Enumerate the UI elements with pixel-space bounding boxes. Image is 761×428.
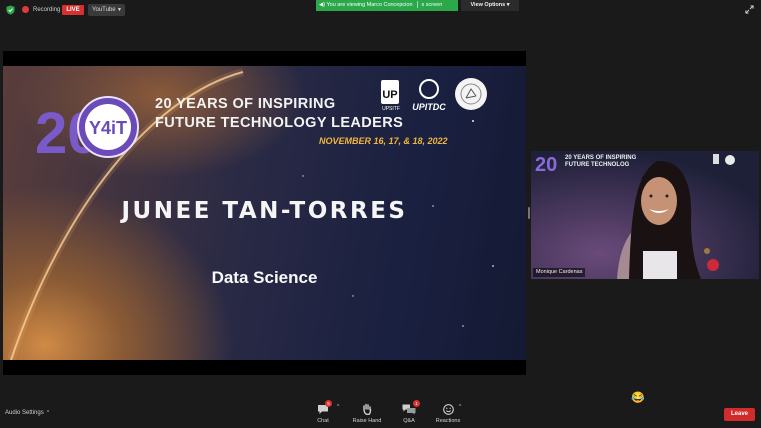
raise-hand-button[interactable]: Raise Hand — [347, 403, 387, 424]
chat-button[interactable]: 5 ^ Chat — [303, 400, 343, 424]
chevron-up-icon: ^ — [46, 410, 50, 416]
stream-target-dropdown[interactable]: YouTube ▼ — [88, 4, 125, 16]
raise-hand-label: Raise Hand — [352, 418, 382, 424]
hand-icon — [363, 403, 372, 415]
view-options-label: View Options — [470, 2, 506, 8]
badge-text: Y4iT — [89, 118, 127, 138]
talk-topic: Data Science — [211, 268, 318, 287]
record-icon — [22, 6, 29, 13]
qa-button[interactable]: 1 Q&A — [389, 400, 429, 424]
audio-settings-button[interactable]: Audio Settings ^ — [5, 410, 49, 416]
event-dates: NOVEMBER 16, 17, & 18, 2022 — [319, 136, 448, 146]
chevron-up-icon: ^ — [337, 404, 340, 410]
split-view-handle[interactable] — [528, 207, 530, 219]
reactions-label: Reactions — [435, 418, 461, 424]
laugh-emoji-icon: 😂 — [631, 392, 645, 404]
slide-headline-line2: FUTURE TECHNOLOGY LEADERS — [155, 115, 404, 131]
logo-upitdc: UPITDC — [412, 102, 446, 112]
participant-video-tile[interactable]: 20 20 YEARS OF INSPIRING FUTURE TECHNOLO… — [531, 151, 759, 279]
chevron-up-icon: ^ — [459, 404, 462, 410]
qa-badge: 1 — [413, 400, 420, 407]
tile-slide-title-line1: 20 YEARS OF INSPIRING — [565, 155, 637, 161]
chevron-down-icon: ▾ — [506, 2, 510, 8]
logo-upsitf: UPSITF — [382, 106, 400, 112]
expand-icon[interactable] — [745, 5, 754, 14]
video-background: 20 — [531, 151, 759, 279]
reactions-button[interactable]: ^ Reactions — [428, 403, 468, 424]
tile-badge-number: 20 — [535, 154, 557, 176]
shield-icon[interactable] — [6, 5, 15, 15]
tile-slide-title-line2: FUTURE TECHNOLOG — [565, 162, 630, 168]
chat-label: Chat — [317, 418, 329, 424]
participant-name: Monique Cardenas — [533, 268, 586, 277]
speaker-icon: ◀) — [319, 2, 326, 8]
logo-up: UP — [382, 89, 397, 101]
presentation-slide: 20 Y4iT 20 YEARS OF INSPIRING FUTURE TEC… — [3, 66, 526, 360]
stream-target-label: YouTube — [92, 7, 116, 13]
qa-label: Q&A — [403, 418, 415, 424]
viewing-text: You are viewing Marco Concepcion — [326, 2, 413, 8]
viewing-banner: ◀) You are viewing Marco Concepcion s scr… — [316, 0, 458, 11]
leave-button[interactable]: Leave — [724, 408, 755, 421]
audio-settings-label: Audio Settings — [5, 410, 44, 416]
reactions-icon — [443, 404, 454, 415]
slide-headline-line1: 20 YEARS OF INSPIRING — [155, 96, 336, 112]
recording-label: Recording — [33, 7, 61, 13]
live-badge[interactable]: LIVE — [62, 5, 84, 15]
viewing-suffix: s screen — [421, 2, 443, 8]
speaker-name: JUNEE TAN-TORRES — [121, 198, 408, 224]
y4it-20-badge: 20 Y4iT — [35, 96, 139, 159]
chevron-down-icon: ▼ — [117, 7, 122, 13]
partner-logos: UP UPSITF UPITDC — [381, 78, 487, 112]
chat-badge: 5 — [325, 400, 332, 407]
view-options-button[interactable]: View Options ▾ — [461, 0, 519, 11]
